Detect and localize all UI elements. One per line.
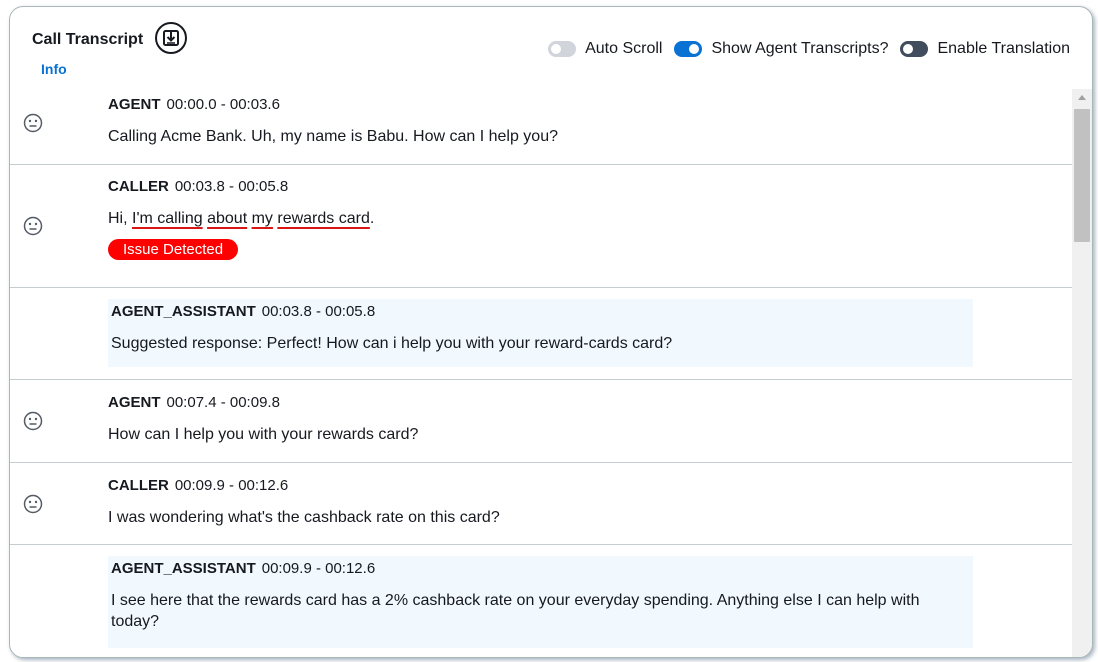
panel-header: Call Transcript Info Auto Scroll Show Ag… — [10, 7, 1092, 89]
info-link[interactable]: Info — [41, 61, 67, 77]
transcript-row: AGENT 00:00.0 - 00:03.6 Calling Acme Bank… — [10, 89, 1072, 165]
issue-highlight: rewards card — [277, 210, 370, 227]
download-button[interactable] — [155, 22, 187, 54]
message-text: I see here that the rewards card has a 2… — [111, 592, 920, 609]
transcript-row-assistant: AGENT_ASSISTANT 00:03.8 - 00:05.8 Suggest… — [10, 288, 1072, 380]
show-agent-transcripts-switch[interactable] — [674, 41, 703, 57]
issue-detected-badge: Issue Detected — [108, 239, 239, 260]
transcript-row-assistant: AGENT_ASSISTANT 00:09.9 - 00:12.6 I see h… — [10, 545, 1072, 657]
neutral-face-icon — [23, 494, 43, 514]
message-text: I was wondering what's the cashback rate… — [108, 509, 500, 526]
speaker-label: CALLER — [108, 178, 169, 195]
vertical-scrollbar[interactable] — [1072, 89, 1092, 657]
enable-translation-label: Enable Translation — [937, 40, 1070, 57]
auto-scroll-label: Auto Scroll — [585, 40, 663, 57]
auto-scroll-switch[interactable] — [548, 41, 577, 57]
issue-highlight: my — [251, 210, 273, 227]
show-agent-transcripts-label: Show Agent Transcripts? — [711, 40, 889, 57]
speaker-label: AGENT_ASSISTANT — [111, 303, 256, 320]
message-text: Hi, I'm calling about my rewards card. — [108, 210, 375, 227]
transcript-row: CALLER 00:09.9 - 00:12.6 I was wondering … — [10, 463, 1072, 545]
neutral-face-icon — [23, 411, 43, 431]
issue-highlight: I'm calling — [132, 210, 203, 227]
message-text: Calling Acme Bank. Uh, my name is Babu. … — [108, 128, 558, 145]
speaker-label: CALLER — [108, 477, 169, 494]
message-text: How can I help you with your rewards car… — [108, 426, 419, 443]
toggle-group: Auto Scroll Show Agent Transcripts? Enab… — [536, 40, 1070, 58]
assistant-suggestion: AGENT_ASSISTANT 00:03.8 - 00:05.8 Suggest… — [108, 299, 973, 367]
neutral-face-icon — [23, 113, 43, 133]
speaker-label: AGENT — [108, 96, 161, 113]
neutral-face-icon — [23, 216, 43, 236]
auto-scroll-toggle[interactable]: Auto Scroll — [548, 40, 662, 58]
timestamp: 00:03.8 - 00:05.8 — [174, 178, 289, 195]
scroll-up-arrow-icon[interactable] — [1078, 95, 1086, 100]
timestamp: 00:09.9 - 00:12.6 — [174, 477, 289, 494]
timestamp: 00:07.4 - 00:09.8 — [166, 394, 280, 411]
transcript-list[interactable]: AGENT 00:00.0 - 00:03.6 Calling Acme Bank… — [10, 89, 1072, 657]
transcript-row: CALLER 00:03.8 - 00:05.8 Hi, I'm calling … — [10, 165, 1072, 288]
message-text: Suggested response: Perfect! How can i h… — [111, 335, 673, 352]
timestamp: 00:03.8 - 00:05.8 — [261, 303, 376, 320]
assistant-suggestion: AGENT_ASSISTANT 00:09.9 - 00:12.6 I see h… — [108, 556, 973, 648]
enable-translation-toggle[interactable]: Enable Translation — [900, 40, 1070, 58]
speaker-label: AGENT — [108, 394, 161, 411]
timestamp: 00:09.9 - 00:12.6 — [261, 560, 376, 577]
show-agent-transcripts-toggle[interactable]: Show Agent Transcripts? — [674, 40, 888, 58]
panel-title: Call Transcript — [32, 31, 144, 48]
download-icon — [163, 30, 179, 46]
message-text: today? — [111, 613, 160, 630]
transcript-row: AGENT 00:07.4 - 00:09.8 How can I help yo… — [10, 380, 1072, 463]
scrollbar-thumb[interactable] — [1074, 109, 1090, 242]
issue-highlight: about — [207, 210, 248, 227]
timestamp: 00:00.0 - 00:03.6 — [166, 96, 280, 113]
enable-translation-switch[interactable] — [900, 41, 929, 57]
speaker-label: AGENT_ASSISTANT — [111, 560, 256, 577]
call-transcript-panel: Call Transcript Info Auto Scroll Show Ag… — [9, 6, 1093, 658]
